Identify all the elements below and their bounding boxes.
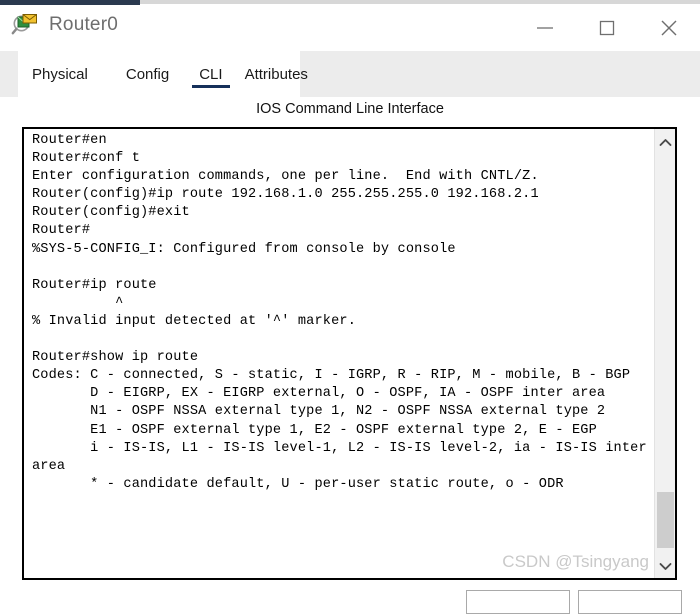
minimize-icon [537,27,553,29]
maximize-button[interactable] [576,5,638,51]
tab-attributes[interactable]: Attributes [237,51,316,97]
tab-strip: Physical Config CLI Attributes [0,51,700,97]
tab-list: Physical Config CLI Attributes [18,51,316,97]
close-icon [661,20,677,36]
router-device-window: Router0 Physical Config CLI Attributes I… [0,5,700,614]
window-title: Router0 [49,14,118,35]
tab-cli-label: CLI [199,65,223,83]
minimize-button[interactable] [514,5,576,51]
inspect-magnifier-icon [10,10,40,40]
tab-cli[interactable]: CLI [191,51,230,97]
cli-console[interactable]: Router#en Router#conf t Enter configurat… [22,127,677,580]
maximize-icon [599,20,615,36]
cli-console-text[interactable]: Router#en Router#conf t Enter configurat… [32,132,652,494]
top-strip-gray-segment [140,0,700,4]
chevron-up-icon[interactable] [655,132,675,152]
chevron-down-icon[interactable] [655,556,675,576]
tab-physical[interactable]: Physical [24,51,96,97]
tab-config[interactable]: Config [118,51,177,97]
scrollbar-thumb[interactable] [657,492,674,548]
console-scrollbar[interactable] [654,129,675,578]
tab-physical-label: Physical [32,65,88,83]
bottom-button-right[interactable] [578,590,682,614]
close-button[interactable] [638,5,700,51]
window-controls [514,5,700,51]
titlebar-left-group: Router0 [10,10,118,40]
window-titlebar: Router0 [0,5,700,52]
tab-attributes-label: Attributes [244,65,308,83]
tab-config-label: Config [125,65,170,83]
bottom-button-left[interactable] [466,590,570,614]
panel-heading: IOS Command Line Interface [256,101,444,117]
cli-panel: IOS Command Line Interface Router#en Rou… [0,97,700,614]
csdn-watermark: CSDN @Tsingyang [502,552,649,571]
panel-bottom-bar [0,585,700,614]
